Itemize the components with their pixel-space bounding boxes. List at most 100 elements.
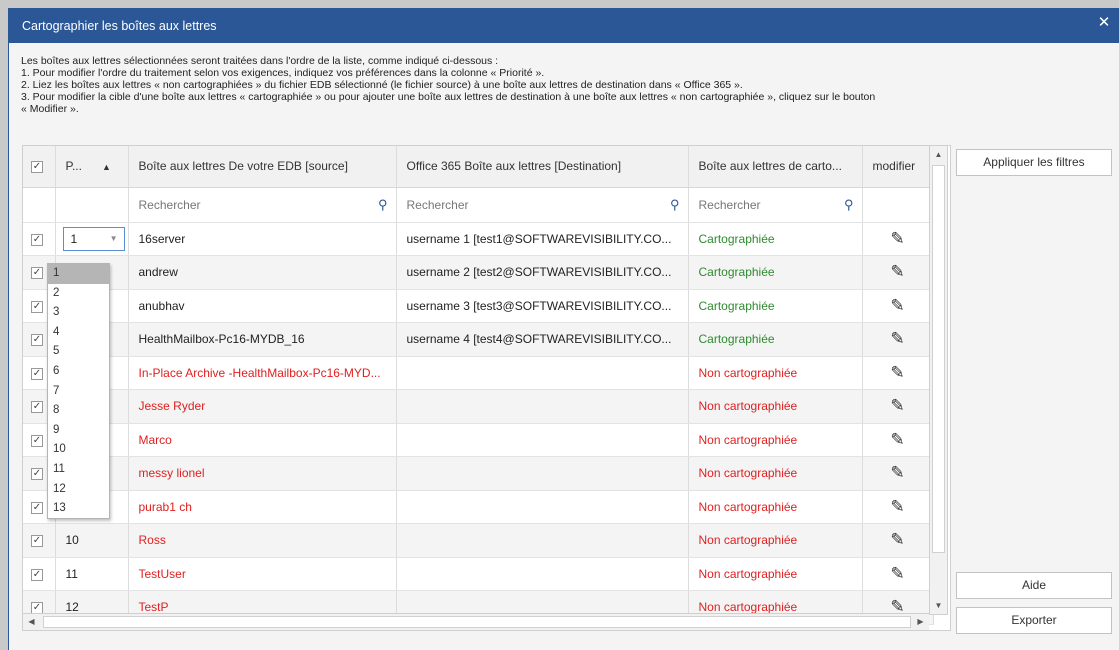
edit-icon[interactable]: ✎ (890, 296, 904, 315)
priority-option[interactable]: 7 (48, 382, 109, 402)
edit-icon[interactable]: ✎ (890, 497, 904, 516)
edit-cell[interactable]: ✎ (862, 356, 934, 390)
priority-option[interactable]: 8 (48, 401, 109, 421)
row-checkbox-cell[interactable]: ✓ (23, 523, 56, 558)
row-checkbox[interactable]: ✓ (31, 501, 43, 514)
edit-cell[interactable]: ✎ (862, 389, 934, 424)
instruction-line: 1. Pour modifier l'ordre du traitement s… (21, 67, 545, 79)
priority-dropdown-list[interactable]: 1 2 3 4 5 6 7 8 9 10 11 12 13 (47, 263, 110, 519)
scroll-down-icon[interactable]: ▼ (930, 597, 947, 614)
table-row[interactable]: ✓ messy lionel Non cartographiée ✎ (23, 456, 934, 491)
table-row[interactable]: ✓ HealthMailbox-Pc16-MYDB_16 username 4 [t… (23, 322, 934, 357)
priority-value: 1 (70, 231, 78, 246)
priority-option[interactable]: 9 (48, 421, 109, 441)
row-checkbox[interactable]: ✓ (31, 434, 43, 447)
table-row[interactable]: ✓ andrew username 2 [test2@SOFTWAREVISIBIL… (23, 255, 934, 290)
edit-cell[interactable]: ✎ (862, 557, 934, 591)
edit-icon[interactable]: ✎ (890, 329, 904, 348)
help-button[interactable]: Aide (956, 572, 1112, 599)
priority-select[interactable]: 1 ▼ (62, 226, 125, 251)
select-all-checkbox[interactable]: ✓ (31, 161, 43, 174)
row-checkbox[interactable]: ✓ (31, 367, 43, 380)
edit-cell[interactable]: ✎ (862, 255, 934, 290)
source-mailbox: Marco (138, 432, 172, 447)
priority-option[interactable]: 2 (48, 284, 109, 304)
hscroll-thumb[interactable] (43, 616, 911, 628)
source-search-input[interactable]: Rechercher (139, 198, 201, 212)
edit-icon[interactable]: ✎ (890, 564, 904, 583)
priority-option[interactable]: 4 (48, 323, 109, 343)
scroll-thumb[interactable] (932, 165, 945, 553)
priority-option[interactable]: 3 (48, 303, 109, 323)
priority-cell[interactable]: 1 ▼ (55, 222, 129, 256)
destination-cell: username 4 [test4@SOFTWAREVISIBILITY.CO.… (396, 322, 689, 357)
close-icon[interactable]: ✕ (1095, 14, 1113, 32)
edit-cell[interactable]: ✎ (862, 490, 934, 524)
table-row[interactable]: ✓ anubhav username 3 [test3@SOFTWAREVISIBI… (23, 289, 934, 323)
row-checkbox[interactable]: ✓ (31, 468, 43, 481)
destination-cell (396, 557, 689, 591)
priority-option[interactable]: 13 (48, 499, 109, 519)
header-destination[interactable]: Office 365 Boîte aux lettres [Destinatio… (396, 146, 689, 188)
edit-cell[interactable]: ✎ (862, 423, 934, 457)
row-checkbox-cell[interactable]: ✓ (23, 557, 56, 591)
row-checkbox[interactable]: ✓ (31, 267, 43, 280)
edit-icon[interactable]: ✎ (890, 262, 904, 281)
edit-cell[interactable]: ✎ (862, 289, 934, 323)
sort-asc-icon: ▲ (101, 162, 111, 173)
priority-option[interactable]: 12 (48, 480, 109, 500)
search-icon[interactable]: ⚲ (378, 197, 388, 213)
header-source[interactable]: Boîte aux lettres De votre EDB [source] (128, 146, 397, 188)
chevron-down-icon[interactable]: ▼ (110, 234, 118, 243)
row-checkbox[interactable]: ✓ (31, 568, 43, 581)
priority-option[interactable]: 10 (48, 440, 109, 460)
horizontal-scrollbar[interactable]: ◀ ▶ (23, 613, 929, 630)
header-status[interactable]: Boîte aux lettres de carto... (688, 146, 863, 188)
status-search-input[interactable]: Rechercher (699, 198, 761, 212)
priority-option[interactable]: 5 (48, 342, 109, 362)
edit-cell[interactable]: ✎ (862, 222, 934, 256)
table-row[interactable]: ✓ Marco Non cartographiée ✎ (23, 423, 934, 457)
priority-cell[interactable]: 10 (55, 523, 129, 558)
edit-cell[interactable]: ✎ (862, 456, 934, 491)
row-checkbox[interactable]: ✓ (31, 535, 43, 548)
row-checkbox-cell[interactable]: ✓ (23, 222, 56, 256)
edit-cell[interactable]: ✎ (862, 322, 934, 357)
instruction-line: Les boîtes aux lettres sélectionnées ser… (21, 55, 499, 67)
status-search[interactable]: Rechercher ⚲ (688, 187, 863, 223)
table-row[interactable]: ✓ Jesse Ryder Non cartographiée ✎ (23, 389, 934, 424)
table-row[interactable]: ✓ 1 ▼ 16server username 1 [test1@SOFTWAREVIS… (23, 222, 934, 256)
priority-option[interactable]: 11 (48, 460, 109, 480)
vertical-scrollbar[interactable]: ▲ ▼ (929, 145, 948, 615)
edit-icon[interactable]: ✎ (890, 363, 904, 382)
scroll-left-icon[interactable]: ◀ (23, 614, 40, 630)
edit-cell[interactable]: ✎ (862, 523, 934, 558)
scroll-up-icon[interactable]: ▲ (930, 146, 947, 163)
scroll-right-icon[interactable]: ▶ (912, 614, 929, 630)
table-row[interactable]: ✓ In-Place Archive -HealthMailbox-Pc16-MY… (23, 356, 934, 390)
priority-cell[interactable]: 11 (55, 557, 129, 591)
header-select-all[interactable]: ✓ (23, 146, 56, 188)
table-row[interactable]: ✓ purab1 ch Non cartographiée ✎ (23, 490, 934, 524)
search-icon[interactable]: ⚲ (670, 197, 680, 213)
row-checkbox[interactable]: ✓ (31, 334, 43, 347)
source-search[interactable]: Rechercher ⚲ (128, 187, 397, 223)
apply-filters-button[interactable]: Appliquer les filtres (956, 149, 1112, 176)
table-row[interactable]: ✓ 11 TestUser Non cartographiée ✎ (23, 557, 934, 591)
export-button[interactable]: Exporter (956, 607, 1112, 634)
row-checkbox[interactable]: ✓ (31, 300, 43, 313)
edit-icon[interactable]: ✎ (890, 430, 904, 449)
destination-search[interactable]: Rechercher ⚲ (396, 187, 689, 223)
destination-search-input[interactable]: Rechercher (407, 198, 469, 212)
table-row[interactable]: ✓ 10 Ross Non cartographiée ✎ (23, 523, 934, 558)
edit-icon[interactable]: ✎ (890, 530, 904, 549)
edit-icon[interactable]: ✎ (890, 396, 904, 415)
search-icon[interactable]: ⚲ (844, 197, 854, 213)
header-priority[interactable]: P... ▲ (55, 146, 129, 188)
row-checkbox[interactable]: ✓ (31, 401, 43, 414)
edit-icon[interactable]: ✎ (890, 463, 904, 482)
edit-icon[interactable]: ✎ (890, 229, 904, 248)
priority-option[interactable]: 6 (48, 362, 109, 382)
priority-option[interactable]: 1 (48, 264, 109, 284)
row-checkbox[interactable]: ✓ (31, 233, 43, 246)
